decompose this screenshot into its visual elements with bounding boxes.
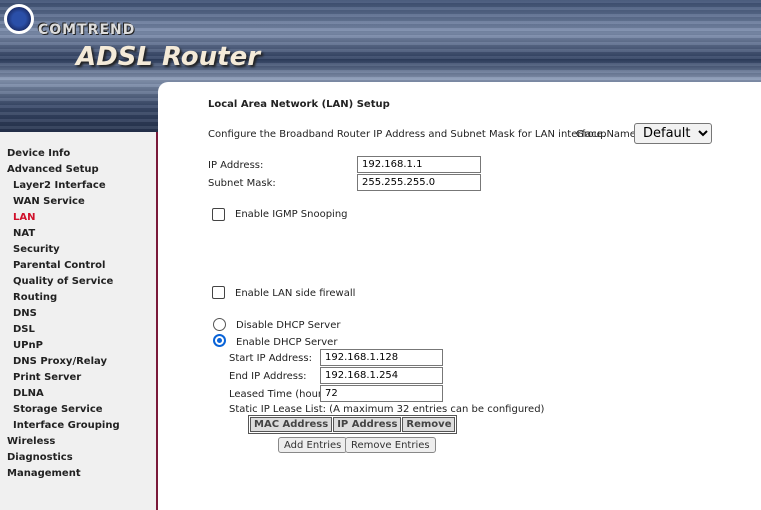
lease-time-label: Leased Time (hour): bbox=[229, 389, 330, 400]
disable-dhcp-label: Disable DHCP Server bbox=[236, 320, 341, 331]
igmp-snooping-checkbox[interactable] bbox=[212, 208, 225, 221]
sidebar-item-dsl[interactable]: DSL bbox=[0, 322, 156, 338]
start-ip-label: Start IP Address: bbox=[229, 353, 312, 364]
enable-dhcp-label: Enable DHCP Server bbox=[236, 337, 338, 348]
sidebar-item-quality-of-service[interactable]: Quality of Service bbox=[0, 274, 156, 290]
sidebar-item-nat[interactable]: NAT bbox=[0, 226, 156, 242]
sidebar-item-layer2-interface[interactable]: Layer2 Interface bbox=[0, 178, 156, 194]
sidebar-item-management[interactable]: Management bbox=[0, 466, 156, 482]
table-header-row: MAC Address IP Address Remove bbox=[250, 417, 456, 432]
page-description: Configure the Broadband Router IP Addres… bbox=[208, 129, 606, 140]
sidebar-item-wan-service[interactable]: WAN Service bbox=[0, 194, 156, 210]
sidebar-item-dlna[interactable]: DLNA bbox=[0, 386, 156, 402]
start-ip-input[interactable] bbox=[320, 349, 443, 366]
subnet-mask-label: Subnet Mask: bbox=[208, 178, 276, 189]
sidebar-item-print-server[interactable]: Print Server bbox=[0, 370, 156, 386]
end-ip-label: End IP Address: bbox=[229, 371, 307, 382]
sidebar-item-storage-service[interactable]: Storage Service bbox=[0, 402, 156, 418]
subnet-mask-input[interactable] bbox=[357, 174, 481, 191]
static-lease-table: MAC Address IP Address Remove bbox=[248, 415, 458, 434]
sidebar-item-dns-proxy-relay[interactable]: DNS Proxy/Relay bbox=[0, 354, 156, 370]
column-ip-address: IP Address bbox=[333, 417, 402, 432]
add-entries-button[interactable]: Add Entries bbox=[278, 437, 348, 453]
product-name: ADSL Router bbox=[76, 42, 261, 72]
sidebar-item-wireless[interactable]: Wireless bbox=[0, 434, 156, 450]
lan-firewall-checkbox[interactable] bbox=[212, 286, 225, 299]
sidebar-item-interface-grouping[interactable]: Interface Grouping bbox=[0, 418, 156, 434]
sidebar-nav: Device Info Advanced Setup Layer2 Interfac… bbox=[0, 132, 158, 510]
group-name-label: GroupName bbox=[576, 129, 636, 140]
ip-address-label: IP Address: bbox=[208, 160, 264, 171]
lan-firewall-label: Enable LAN side firewall bbox=[235, 288, 356, 299]
sidebar-item-security[interactable]: Security bbox=[0, 242, 156, 258]
page-title: Local Area Network (LAN) Setup bbox=[208, 99, 390, 110]
main-panel: Local Area Network (LAN) Setup Configure… bbox=[158, 82, 761, 510]
igmp-snooping-label: Enable IGMP Snooping bbox=[235, 209, 348, 220]
sidebar-item-lan[interactable]: LAN bbox=[0, 210, 156, 226]
sidebar-item-device-info[interactable]: Device Info bbox=[0, 146, 156, 162]
enable-dhcp-radio[interactable] bbox=[213, 334, 226, 347]
disable-dhcp-radio[interactable] bbox=[213, 318, 226, 331]
static-lease-label: Static IP Lease List: (A maximum 32 entr… bbox=[229, 404, 545, 415]
column-remove: Remove bbox=[402, 417, 456, 432]
comtrend-logo-icon bbox=[4, 4, 34, 34]
sidebar-item-diagnostics[interactable]: Diagnostics bbox=[0, 450, 156, 466]
sidebar-item-dns[interactable]: DNS bbox=[0, 306, 156, 322]
sidebar-item-advanced-setup[interactable]: Advanced Setup bbox=[0, 162, 156, 178]
remove-entries-button[interactable]: Remove Entries bbox=[345, 437, 436, 453]
sidebar-item-parental-control[interactable]: Parental Control bbox=[0, 258, 156, 274]
brand-name: COMTREND bbox=[38, 22, 136, 38]
sidebar-item-routing[interactable]: Routing bbox=[0, 290, 156, 306]
sidebar-item-upnp[interactable]: UPnP bbox=[0, 338, 156, 354]
ip-address-input[interactable] bbox=[357, 156, 481, 173]
lease-time-input[interactable] bbox=[320, 385, 443, 402]
group-name-select[interactable]: Default bbox=[634, 123, 712, 144]
column-mac-address: MAC Address bbox=[250, 417, 333, 432]
end-ip-input[interactable] bbox=[320, 367, 443, 384]
